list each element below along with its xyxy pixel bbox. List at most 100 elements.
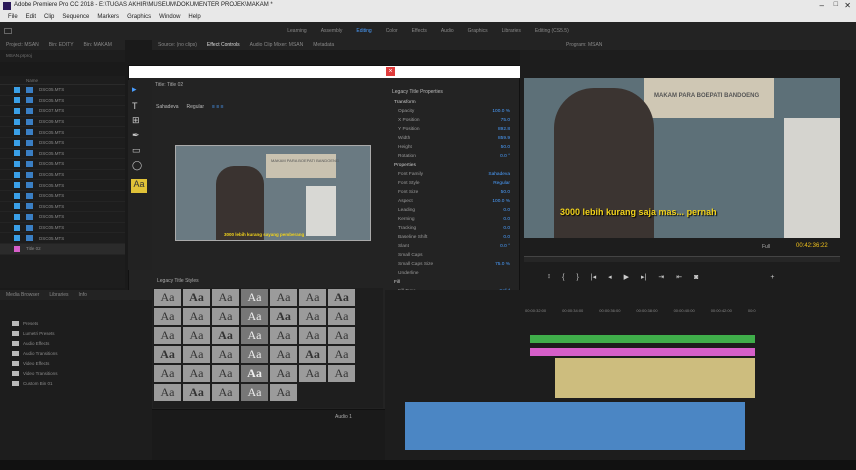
title-style-swatch[interactable]: Aa — [270, 308, 297, 325]
menu-item-graphics[interactable]: Graphics — [127, 14, 151, 20]
list-item[interactable]: Audio Effects — [0, 338, 152, 348]
step-back-frame-icon[interactable]: ◂ — [608, 273, 612, 281]
source-tab[interactable]: Effect Controls — [207, 42, 240, 48]
title-style-swatch[interactable]: Aa — [328, 308, 355, 325]
workspace-tab[interactable]: Editing — [356, 28, 371, 34]
property-row[interactable]: Width 859.9 — [386, 134, 518, 143]
title-style-swatch[interactable]: Aa — [183, 327, 210, 344]
property-value[interactable]: 100.0 % — [492, 199, 510, 204]
workspace-tab[interactable]: Audio — [441, 28, 454, 34]
property-row[interactable]: Height 50.0 — [386, 143, 518, 152]
media-tab[interactable]: Media Browser — [6, 292, 39, 298]
title-style-swatch[interactable]: Aa — [212, 384, 239, 401]
program-scrubber[interactable] — [524, 256, 840, 262]
list-item[interactable]: DSC05.MTS — [0, 85, 125, 96]
list-item[interactable]: DSC05.MTS — [0, 138, 125, 149]
audio-clip-waveform[interactable] — [555, 358, 755, 398]
list-item[interactable]: Video Transitions — [0, 368, 152, 378]
maximize-icon[interactable]: □ — [834, 1, 838, 8]
close-icon[interactable]: ✕ — [844, 1, 851, 10]
add-icon[interactable]: + — [770, 274, 774, 281]
mark-in-icon[interactable]: ⦂ — [548, 273, 550, 281]
selection-tool-icon[interactable]: ▸ — [128, 80, 152, 99]
menu-item-edit[interactable]: Edit — [26, 14, 36, 20]
property-value[interactable]: 892.8 — [498, 127, 510, 132]
title-style-swatch[interactable]: Aa — [154, 308, 181, 325]
type-tool-icon[interactable]: T — [128, 99, 152, 113]
list-item[interactable]: DSC05.MTS — [0, 202, 125, 213]
project-tab[interactable]: Bin: EDITY — [49, 42, 74, 48]
lift-icon[interactable]: ⇥ — [658, 273, 664, 281]
ellipse-tool-icon[interactable]: ◯ — [128, 158, 152, 173]
media-search[interactable] — [0, 300, 152, 318]
project-tab[interactable]: Project: MSAN — [6, 42, 39, 48]
title-style-swatch[interactable]: Aa — [328, 365, 355, 382]
font-family-select[interactable]: Sahadeva — [156, 104, 179, 110]
font-style-select[interactable]: Regular — [187, 104, 205, 110]
title-style-swatch[interactable]: Aa — [154, 327, 181, 344]
property-row[interactable]: Kerning 0.0 — [386, 215, 518, 224]
list-item[interactable]: DSC05.MTS — [0, 149, 125, 160]
list-item[interactable]: Lumetri Presets — [0, 328, 152, 338]
property-row[interactable]: Baseline Shift 0.0 — [386, 233, 518, 242]
list-item[interactable]: DSC05.MTS — [0, 212, 125, 223]
title-style-swatch[interactable]: Aa — [154, 289, 181, 306]
property-row[interactable]: Small Caps Size 75.0 % — [386, 260, 518, 269]
list-item[interactable]: DSC09.MTS — [0, 117, 125, 128]
list-item[interactable]: Title 02 — [0, 243, 125, 255]
title-style-swatch[interactable]: Aa — [241, 308, 268, 325]
property-value[interactable]: 0.0 ° — [500, 154, 510, 159]
fit-select[interactable]: Full — [762, 244, 770, 250]
workspace-tab[interactable]: Learning — [287, 28, 306, 34]
title-style-swatch[interactable]: Aa — [270, 346, 297, 363]
list-item[interactable]: DSC05.MTS — [0, 127, 125, 138]
property-row[interactable]: Small Caps — [386, 251, 518, 260]
property-row[interactable]: Y Position 892.8 — [386, 125, 518, 134]
workspace-tab[interactable]: Editing (CS5.5) — [535, 28, 569, 34]
menu-item-markers[interactable]: Markers — [97, 14, 119, 20]
property-value[interactable]: 75.0 % — [495, 262, 510, 267]
title-style-swatch[interactable]: Aa — [270, 365, 297, 382]
title-style-swatch[interactable]: Aa — [328, 289, 355, 306]
list-item[interactable]: DSC07.MTS — [0, 106, 125, 117]
property-row[interactable]: X Position 75.0 — [386, 116, 518, 125]
title-style-swatch[interactable]: Aa — [183, 308, 210, 325]
title-canvas[interactable]: MAKAM PARA BOEPATI BANDOENG 3000 lebih k… — [175, 145, 371, 241]
mark-out-icon[interactable]: { — [562, 274, 564, 281]
list-item[interactable]: DSC05.MTS — [0, 233, 125, 244]
title-style-swatch[interactable]: Aa — [270, 289, 297, 306]
title-style-swatch[interactable]: Aa — [241, 346, 268, 363]
property-value[interactable]: 0.0 — [503, 226, 510, 231]
property-row[interactable]: Rotation 0.0 ° — [386, 152, 518, 161]
menu-item-window[interactable]: Window — [159, 14, 180, 20]
list-item[interactable]: DSC05.MTS — [0, 191, 125, 202]
title-style-swatch[interactable]: Aa — [270, 384, 297, 401]
title-style-swatch[interactable]: Aa — [154, 346, 181, 363]
title-clip-pink[interactable] — [530, 348, 755, 356]
title-style-swatch[interactable]: Aa — [328, 346, 355, 363]
title-style-swatch[interactable]: Aa — [241, 365, 268, 382]
play-icon[interactable]: ▶ — [624, 273, 629, 281]
program-timecode[interactable]: 00:42:36:22 — [796, 243, 828, 249]
workspace-tab[interactable]: Assembly — [321, 28, 343, 34]
title-style-swatch[interactable]: Aa — [212, 346, 239, 363]
rectangle-tool-icon[interactable]: ▭ — [128, 143, 152, 158]
audio-track-blue[interactable] — [405, 402, 745, 450]
program-tab[interactable]: Program: MSAN — [566, 42, 602, 48]
list-item[interactable]: DSC05.MTS — [0, 180, 125, 191]
title-style-swatch[interactable]: Aa — [183, 365, 210, 382]
title-style-swatch[interactable]: Aa — [154, 384, 181, 401]
title-text-overlay[interactable]: 3000 lebih kurang sayang pemberang — [224, 232, 304, 237]
property-row[interactable]: Aspect 100.0 % — [386, 197, 518, 206]
property-value[interactable]: 75.0 — [501, 118, 510, 123]
property-row[interactable]: Leading 0.0 — [386, 206, 518, 215]
list-item[interactable]: Presets — [0, 318, 152, 328]
property-value[interactable]: 0.0 ° — [500, 244, 510, 249]
step-forward-icon[interactable]: ▸| — [641, 273, 646, 281]
media-tab[interactable]: Libraries — [49, 292, 68, 298]
close-titler-button[interactable]: × — [386, 67, 395, 76]
style-swatch[interactable]: Aa — [131, 179, 147, 193]
media-tab[interactable]: Info — [79, 292, 87, 298]
list-item[interactable]: Video Effects — [0, 358, 152, 368]
property-value[interactable]: 0.0 — [503, 235, 510, 240]
